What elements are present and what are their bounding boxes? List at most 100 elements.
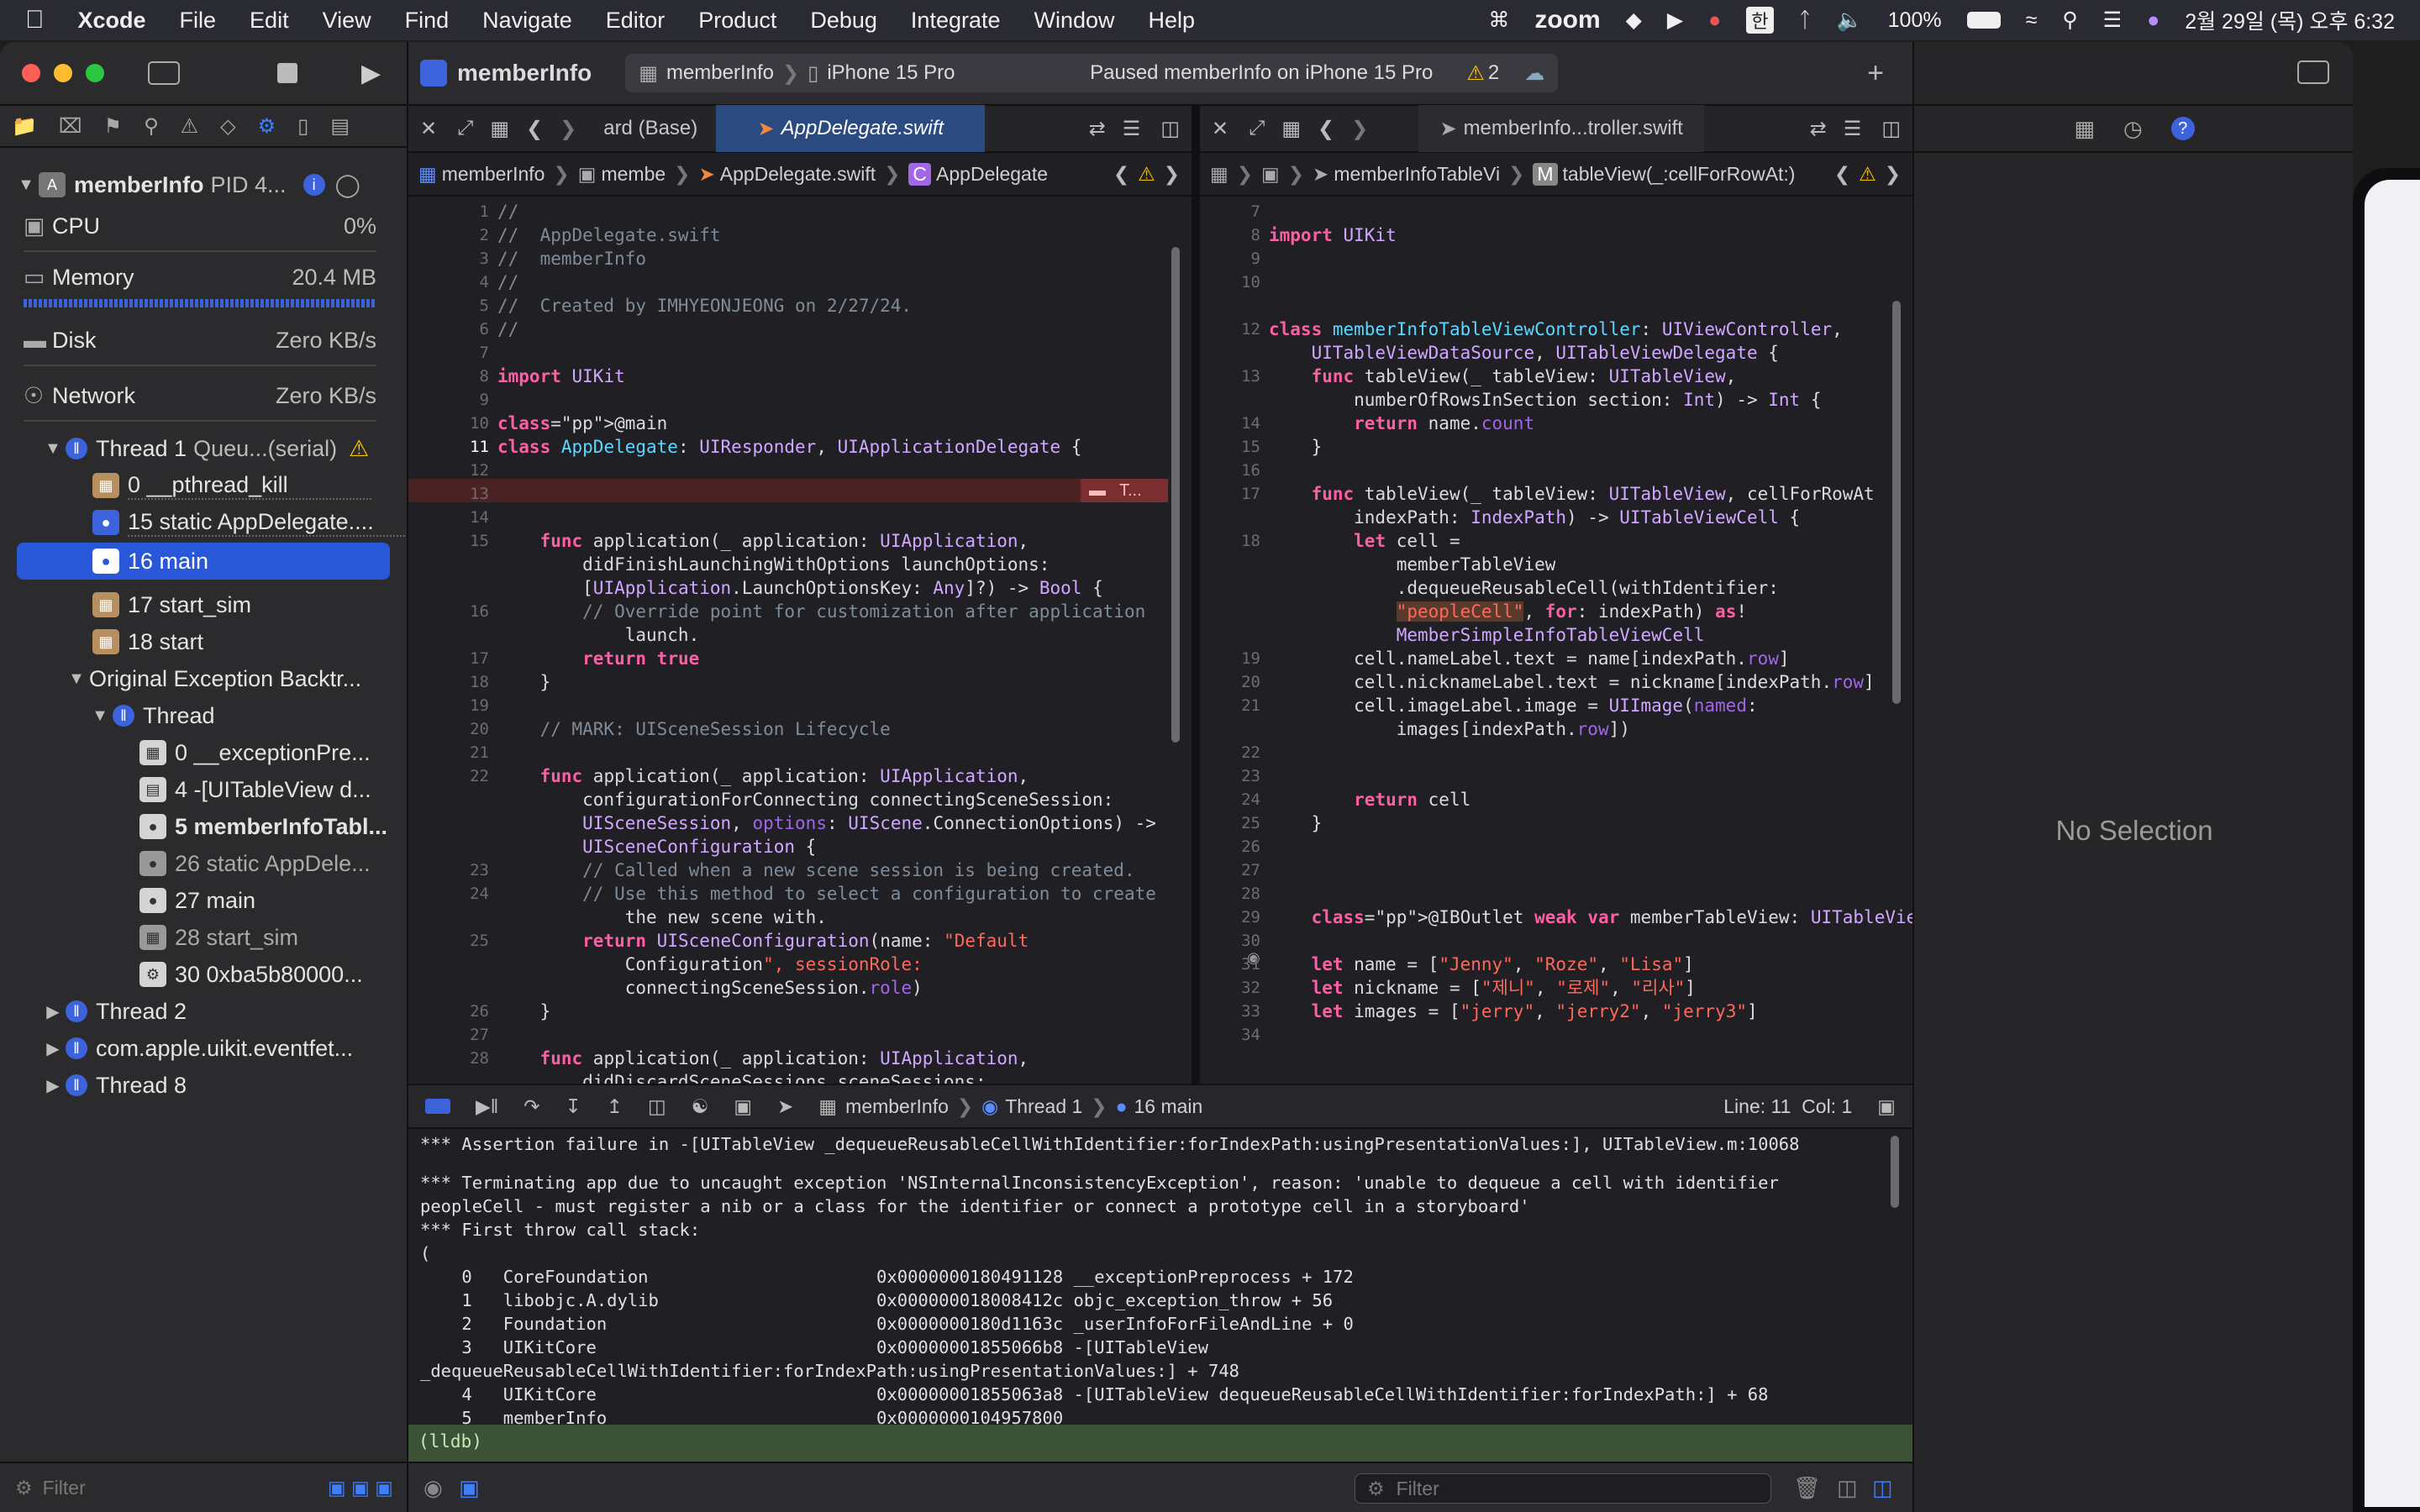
code-line[interactable]: // — [497, 318, 518, 341]
debug-crumb-frame[interactable]: 16 main — [1134, 1095, 1202, 1118]
code-line[interactable]: indexPath: IndexPath) -> UITableViewCell… — [1269, 506, 1800, 529]
code-line[interactable]: connectingSceneSession.role) — [497, 976, 923, 1000]
line-number[interactable]: 21 — [439, 741, 489, 764]
split-left-icon[interactable]: ◫ — [1837, 1475, 1858, 1501]
line-number[interactable]: 15 — [439, 529, 489, 553]
menu-window[interactable]: Window — [1034, 8, 1115, 34]
zoom-status[interactable]: zoom — [1534, 6, 1600, 34]
line-number[interactable]: 5 — [439, 294, 489, 318]
control-center-icon[interactable]: ☰ — [2103, 8, 2122, 33]
trash-icon[interactable]: 🗑 — [1793, 1475, 1821, 1501]
code-line[interactable]: didDiscardSceneSessions sceneSessions: — [497, 1070, 986, 1084]
code-line[interactable]: let cell = — [1269, 529, 1460, 553]
bluetooth-icon[interactable]: ᛏ — [1799, 8, 1812, 33]
breakpoint-icon[interactable]: ▯ — [297, 114, 308, 139]
code-line[interactable]: // Called when a new scene session is be… — [497, 858, 1134, 882]
frame-row[interactable]: ▦ 0 __pthread_kill — [0, 467, 408, 504]
zoom-window-button[interactable] — [86, 64, 104, 82]
line-number[interactable]: 16 — [1210, 459, 1260, 482]
code-line[interactable]: launch. — [497, 623, 700, 647]
frame-row[interactable]: ▦ 17 start_sim — [0, 586, 408, 623]
code-line[interactable]: // Created by IMHYEONJEONG on 2/27/24. — [497, 294, 912, 318]
split-right-icon[interactable]: ◫ — [1872, 1475, 1893, 1501]
back-icon[interactable]: ❮ — [518, 117, 551, 141]
code-line[interactable]: configurationForConnecting connectingSce… — [497, 788, 1113, 811]
close-icon[interactable]: ✕ — [408, 117, 449, 141]
sidebar-toggle-icon[interactable] — [148, 61, 180, 85]
line-number[interactable]: 4 — [439, 270, 489, 294]
close-icon[interactable]: ✕ — [1200, 117, 1240, 141]
code-line[interactable]: class="pp">@main — [497, 412, 667, 435]
line-number[interactable]: 12 — [439, 459, 489, 482]
code-line[interactable]: let nickname = ["제니", "로제", "리사"] — [1269, 976, 1696, 1000]
line-number[interactable]: 15 — [1210, 435, 1260, 459]
code-line[interactable]: // — [497, 270, 518, 294]
warning-icon[interactable]: ⚠ — [1138, 163, 1155, 186]
code-line[interactable]: return UISceneConfiguration(name: "Defau… — [497, 929, 1028, 953]
line-number[interactable]: 6 — [439, 318, 489, 341]
code-line[interactable]: cell.imageLabel.image = UIImage(named: — [1269, 694, 1757, 717]
add-icon[interactable]: + — [1867, 57, 1884, 90]
menu-integrate[interactable]: Integrate — [911, 8, 1001, 34]
frame-row[interactable]: ▤ 4 -[UITableView d... — [0, 771, 408, 808]
line-number[interactable]: 10 — [1210, 270, 1260, 294]
issue-icon[interactable]: ⚠ — [181, 114, 199, 139]
debug-crumb-thread[interactable]: Thread 1 — [1005, 1095, 1082, 1118]
chevron-down-icon[interactable]: ▼ — [13, 176, 39, 195]
code-line[interactable]: } — [497, 1000, 551, 1023]
find-icon[interactable]: ⚲ — [144, 114, 159, 139]
code-line[interactable]: MemberSimpleInfoTableViewCell — [1269, 623, 1705, 647]
menu-app[interactable]: Xcode — [78, 8, 146, 34]
line-number[interactable]: 19 — [439, 694, 489, 717]
simulator-screen[interactable] — [2365, 180, 2420, 1507]
chevron-right-icon[interactable]: ❯ — [1164, 163, 1180, 186]
swap-icon[interactable]: ⇄ — [1802, 117, 1835, 141]
report-icon[interactable]: ▤ — [330, 114, 350, 139]
line-number[interactable]: 25 — [1210, 811, 1260, 835]
step-into-icon[interactable]: ↧ — [565, 1095, 581, 1118]
warning-count[interactable]: 2 — [1488, 61, 1499, 85]
step-over-icon[interactable]: ↷ — [523, 1095, 539, 1118]
line-number[interactable]: 12 — [1210, 318, 1260, 341]
file-inspector-icon[interactable]: ▦ — [2074, 116, 2095, 142]
battery-percent[interactable]: 100% — [1888, 8, 1942, 33]
scheme-name[interactable]: memberInfo — [666, 61, 774, 85]
cloud-icon[interactable]: ☁ — [1524, 61, 1544, 86]
right-code-editor[interactable]: ◉ 8 import UIKit 12 class memberInfoTableVi… — [1200, 197, 1912, 1084]
split-editor-icon[interactable]: ◫ — [1870, 117, 1912, 141]
back-icon[interactable]: ❮ — [1309, 117, 1343, 141]
menu-product[interactable]: Product — [698, 8, 776, 34]
line-number[interactable]: 33 — [1210, 1000, 1260, 1023]
breakpoints-toggle-icon[interactable] — [425, 1099, 450, 1114]
chevron-right-icon[interactable]: ▶ — [40, 1075, 66, 1096]
code-line[interactable]: .dequeueReusableCell(withIdentifier: — [1269, 576, 1779, 600]
line-number[interactable]: 26 — [1210, 835, 1260, 858]
line-number[interactable]: 24 — [439, 882, 489, 906]
line-number[interactable]: 22 — [1210, 741, 1260, 764]
stop-button[interactable] — [277, 63, 297, 83]
tab-appdelegate[interactable]: ➤ AppDelegate.swift — [716, 105, 986, 152]
line-number[interactable]: 9 — [439, 388, 489, 412]
line-number[interactable]: 31 — [1210, 953, 1260, 976]
code-line[interactable]: UITableViewDataSource, UITableViewDelega… — [1269, 341, 1779, 365]
split-editor-icon[interactable]: ◫ — [1149, 117, 1192, 141]
code-line[interactable]: class memberInfoTableViewController: UIV… — [1269, 318, 1843, 341]
line-number[interactable]: 27 — [439, 1023, 489, 1047]
line-number[interactable]: 20 — [1210, 670, 1260, 694]
jump-file[interactable]: memberInfoTableVi — [1334, 163, 1500, 186]
apple-icon[interactable]:  — [25, 6, 45, 34]
line-number[interactable]: 8 — [1210, 223, 1260, 247]
code-line[interactable]: didFinishLaunchingWithOptions launchOpti… — [497, 553, 1050, 576]
line-number[interactable]: 29 — [1210, 906, 1260, 929]
minimize-window-button[interactable] — [54, 64, 72, 82]
filter-options-icon[interactable]: ▣ ▣ ▣ — [328, 1477, 393, 1499]
line-number[interactable]: 21 — [1210, 694, 1260, 717]
line-number[interactable]: 24 — [1210, 788, 1260, 811]
code-line[interactable]: // Use this method to select a configura… — [497, 882, 1156, 906]
source-control-icon[interactable]: ⌧ — [59, 114, 82, 139]
process-row[interactable]: ▼ A memberInfo PID 4... i ◯ — [0, 166, 408, 203]
tag-icon[interactable]: ◆ — [1626, 8, 1642, 33]
frame-row[interactable]: ● 15 static AppDelegate.... — [0, 504, 408, 541]
environment-icon[interactable]: ▣ — [734, 1095, 752, 1118]
line-number[interactable]: 27 — [1210, 858, 1260, 882]
